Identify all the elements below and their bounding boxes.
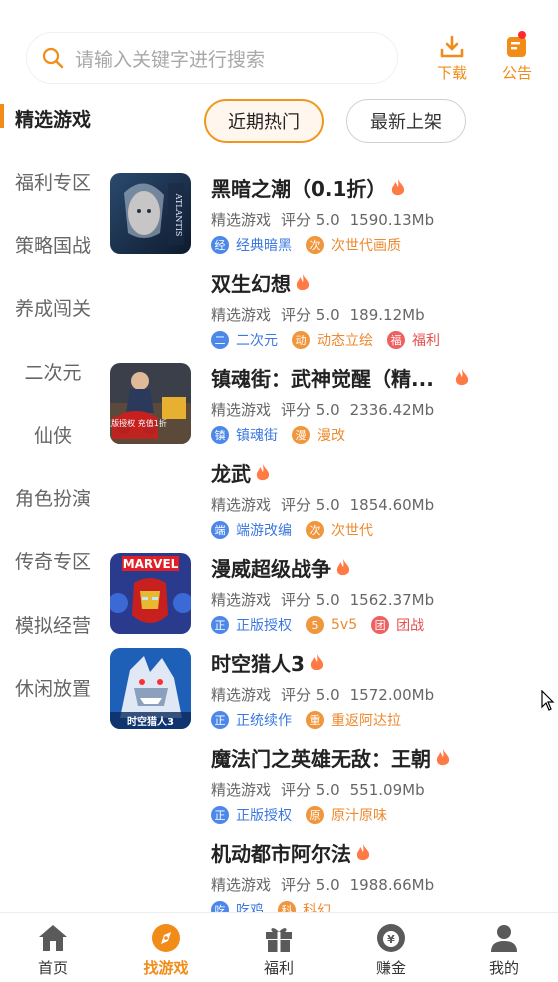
- nav-mine[interactable]: 我的: [464, 923, 544, 978]
- game-tags: 正正统续作 重重返阿达拉: [211, 710, 415, 730]
- fire-icon: [392, 178, 405, 195]
- game-tags: 二二次元 动动态立绘 福福利: [211, 330, 454, 350]
- tag: 次次世代: [306, 520, 373, 540]
- game-meta: 精选游戏 评分 5.0 1590.13Mb: [211, 211, 435, 229]
- game-thumbnail: ATLANTIS: [110, 173, 191, 254]
- user-icon: [491, 925, 517, 952]
- search-icon: [42, 47, 64, 69]
- game-title: 双生幻想: [211, 268, 311, 297]
- tag: 端端游改编: [211, 520, 292, 540]
- game-item[interactable]: 双生幻想 精选游戏 评分 5.0 189.12Mb 二二次元 动动态立绘 福福利: [0, 260, 558, 355]
- fire-icon: [296, 273, 310, 290]
- header: 请输入关键字进行搜索 下载 公告: [0, 0, 558, 96]
- svg-text:¥: ¥: [387, 933, 395, 946]
- search-input[interactable]: 请输入关键字进行搜索: [26, 32, 398, 84]
- fire-icon: [336, 558, 350, 575]
- fire-icon: [256, 463, 270, 480]
- game-thumbnail: MARVEL: [110, 553, 191, 634]
- svg-text:MARVEL: MARVEL: [123, 557, 179, 571]
- download-icon: [440, 35, 464, 58]
- game-item[interactable]: 龙武 精选游戏 评分 5.0 1854.60Mb 端端游改编 次次世代: [0, 450, 558, 545]
- game-tags: 吃吃鸡 科科幻: [211, 900, 345, 912]
- tag: 团团战: [371, 615, 424, 635]
- game-meta: 精选游戏 评分 5.0 189.12Mb: [211, 306, 425, 324]
- compass-icon: [152, 924, 180, 952]
- fire-icon: [436, 748, 450, 765]
- tab-recent-hot[interactable]: 近期热门: [204, 99, 324, 143]
- game-title: 漫威超级战争: [211, 553, 351, 582]
- nav-welfare[interactable]: 福利: [239, 923, 319, 978]
- tag: 福福利: [387, 330, 440, 350]
- fire-icon: [310, 653, 324, 670]
- svg-text:正版授权 充值1折: 正版授权 充值1折: [110, 418, 167, 428]
- tag: 科科幻: [278, 900, 331, 912]
- game-tags: 经经典暗黑 次次世代画质: [211, 235, 415, 255]
- sidebar-item-featured[interactable]: 精选游戏: [0, 105, 106, 132]
- tag: 重重返阿达拉: [306, 710, 401, 730]
- game-title: 龙武: [211, 458, 271, 487]
- game-meta: 精选游戏 评分 5.0 551.09Mb: [211, 781, 425, 799]
- game-tags: 正正版授权 原原汁原味: [211, 805, 401, 825]
- nav-home[interactable]: 首页: [13, 923, 93, 978]
- tag: 原原汁原味: [306, 805, 387, 825]
- tag: 动动态立绘: [292, 330, 373, 350]
- game-item[interactable]: 正版授权 充值1折 镇魂街：武神觉醒（精... 精选游戏评分 5.02336.4…: [0, 355, 558, 450]
- game-item[interactable]: 时空猎人3 时空猎人3 精选游戏 评分 5.0 1572.00Mb 正正统续作 重重…: [0, 640, 558, 735]
- tag: 吃吃鸡: [211, 900, 264, 912]
- game-thumbnail: 正版授权 充值1折: [110, 363, 191, 444]
- game-meta: 精选游戏 评分 5.0 1562.37Mb: [211, 591, 435, 609]
- tag: 次次世代画质: [306, 235, 401, 255]
- download-label: 下载: [436, 64, 467, 82]
- notice-label: 公告: [501, 64, 532, 82]
- svg-text:时空猎人3: 时空猎人3: [127, 715, 174, 728]
- bottom-nav: 首页 找游戏 福利 ¥ 赚金 我的: [0, 912, 558, 982]
- game-title: 时空猎人3: [211, 648, 325, 677]
- tag: 5 5v5: [306, 616, 357, 634]
- tag: 正正版授权: [211, 615, 292, 635]
- tag: 镇镇魂街: [211, 425, 278, 445]
- download-button[interactable]: 下载: [430, 34, 474, 83]
- tag: 经经典暗黑: [211, 235, 292, 255]
- mouse-cursor-icon: [541, 690, 555, 711]
- game-title: 魔法门之英雄无敌：王朝: [211, 743, 451, 772]
- fire-icon: [356, 843, 370, 860]
- game-title: 机动都市阿尔法: [211, 838, 371, 867]
- home-icon: [39, 925, 67, 951]
- game-thumbnail: 时空猎人3: [110, 648, 191, 729]
- game-item[interactable]: 机动都市阿尔法 精选游戏 评分 5.0 1988.66Mb 吃吃鸡 科科幻: [0, 830, 558, 912]
- notification-dot: [518, 31, 526, 39]
- tag: 漫漫改: [292, 425, 345, 445]
- game-tags: 正正版授权 5 5v5 团团战: [211, 615, 438, 635]
- tab-newest[interactable]: 最新上架: [346, 99, 466, 143]
- game-list: ATLANTIS 黑暗之潮（0.1折） 精选游戏 评分 5.0 1590.13Mb …: [0, 165, 558, 912]
- game-title: 镇魂街：武神觉醒（精...: [211, 363, 470, 392]
- notice-button[interactable]: 公告: [495, 31, 539, 83]
- game-meta: 精选游戏 评分 5.0 1854.60Mb: [211, 496, 435, 514]
- money-bag-icon: ¥: [377, 924, 405, 952]
- svg-text:ATLANTIS: ATLANTIS: [174, 193, 183, 237]
- tag: 正正版授权: [211, 805, 292, 825]
- game-meta: 精选游戏 评分 5.0 1988.66Mb: [211, 876, 435, 894]
- nav-find-games[interactable]: 找游戏: [126, 923, 206, 978]
- tag: 二二次元: [211, 330, 278, 350]
- gift-icon: [266, 928, 292, 952]
- game-item[interactable]: MARVEL 漫威超级战争 精选游戏 评分 5.0 1562.37Mb 正正版授权 …: [0, 545, 558, 640]
- fire-icon: [455, 368, 468, 385]
- game-tags: 端端游改编 次次世代: [211, 520, 387, 540]
- game-meta: 精选游戏 评分 5.0 1572.00Mb: [211, 686, 435, 704]
- game-item[interactable]: 魔法门之英雄无敌：王朝 精选游戏 评分 5.0 551.09Mb 正正版授权 原原汁…: [0, 735, 558, 830]
- game-title: 黑暗之潮（0.1折）: [211, 173, 406, 202]
- notice-icon: [507, 37, 526, 57]
- game-tags: 镇镇魂街 漫漫改: [211, 425, 359, 445]
- search-placeholder: 请输入关键字进行搜索: [75, 48, 266, 71]
- game-item[interactable]: ATLANTIS 黑暗之潮（0.1折） 精选游戏 评分 5.0 1590.13Mb …: [0, 165, 558, 260]
- game-meta: 精选游戏 评分 5.0 2336.42Mb: [211, 401, 435, 419]
- nav-earn[interactable]: ¥ 赚金: [351, 923, 431, 978]
- tag: 正正统续作: [211, 710, 292, 730]
